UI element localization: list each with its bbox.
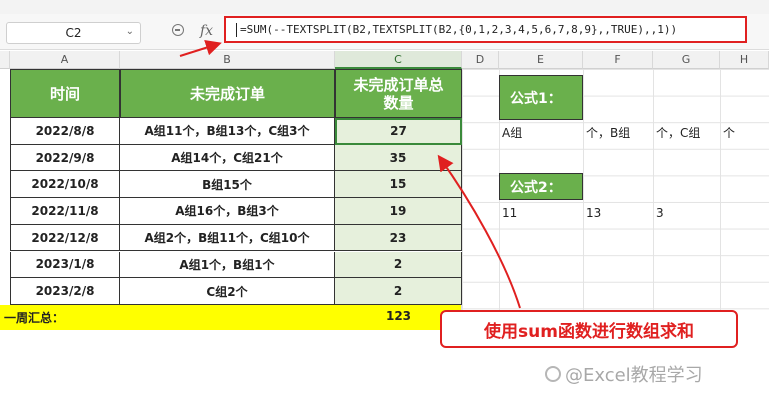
column-header-f[interactable]: F (583, 51, 653, 69)
name-box-value: C2 (65, 26, 82, 40)
cell-qty[interactable]: 19 (335, 198, 462, 225)
formula2-result-g[interactable]: 3 (654, 201, 720, 225)
formula-text: =SUM(--TEXTSPLIT(B2,TEXTSPLIT(B2,{0,1,2,… (240, 23, 678, 36)
toolbar-strip (0, 0, 769, 14)
cell-orders[interactable]: A组1个，B组1个 (120, 251, 335, 279)
cell-qty[interactable]: 23 (335, 224, 462, 252)
watermark: @Excel教程学习 (545, 362, 765, 386)
fx-icon[interactable]: fx (200, 23, 213, 39)
column-header-g[interactable]: G (653, 51, 720, 69)
formula1-label[interactable]: 公式1： (499, 75, 583, 120)
column-header-e[interactable]: E (499, 51, 583, 69)
cell-orders[interactable]: B组15个 (120, 171, 335, 199)
header-date[interactable]: 时间 (10, 69, 120, 118)
column-header-a[interactable]: A (10, 51, 120, 69)
annotation-callout: 使用sum函数进行数组求和 (440, 310, 738, 348)
grid-line (653, 69, 654, 330)
cell-date[interactable]: 2022/12/8 (10, 224, 120, 252)
cell-orders[interactable]: A组16个，B组3个 (120, 198, 335, 225)
cell-date[interactable]: 2022/11/8 (10, 198, 120, 225)
header-total-qty[interactable]: 未完成订单总数量 (335, 69, 462, 118)
watermark-text: @Excel教程学习 (565, 365, 703, 386)
formula2-result-e[interactable]: 11 (500, 201, 583, 225)
cell-date[interactable]: 2023/1/8 (10, 251, 120, 279)
formula1-result-h[interactable]: 个 (721, 120, 766, 144)
header-orders[interactable]: 未完成订单 (120, 69, 335, 118)
column-header-d[interactable]: D (462, 51, 499, 69)
cell-date[interactable]: 2022/10/8 (10, 171, 120, 199)
cell-orders[interactable]: A组14个，C组21个 (120, 144, 335, 172)
name-box[interactable]: C2 ⌄ (6, 22, 141, 44)
formula2-result-f[interactable]: 13 (584, 201, 653, 225)
cell-orders[interactable]: A组2个，B组11个，C组10个 (120, 224, 335, 252)
cell-orders[interactable]: A组11个，B组13个，C组3个 (120, 118, 335, 145)
watermark-icon (545, 366, 561, 382)
formula-input[interactable]: =SUM(--TEXTSPLIT(B2,TEXTSPLIT(B2,{0,1,2,… (224, 16, 747, 43)
selected-cell-c2[interactable]: 27 (335, 118, 462, 145)
cell-date[interactable]: 2022/8/8 (10, 118, 120, 145)
formula-tools: fx (150, 22, 230, 44)
column-header-h[interactable]: H (720, 51, 769, 69)
column-header-c[interactable]: C (335, 51, 462, 69)
cell-orders[interactable]: C组2个 (120, 278, 335, 305)
cell-qty[interactable]: 2 (335, 251, 462, 279)
total-label: 一周汇总： (4, 311, 65, 325)
grid-line (720, 69, 721, 330)
cell-date[interactable]: 2023/2/8 (10, 278, 120, 305)
formula2-label[interactable]: 公式2： (499, 173, 583, 200)
corner-header[interactable] (0, 51, 10, 69)
column-header-b[interactable]: B (120, 51, 335, 69)
cell-qty[interactable]: 35 (335, 144, 462, 172)
zoom-icon[interactable] (172, 24, 184, 36)
formula1-result-g[interactable]: 个，C组 (654, 120, 720, 144)
text-caret (236, 22, 237, 37)
formula1-result-f[interactable]: 个，B组 (584, 120, 653, 144)
chevron-down-icon[interactable]: ⌄ (126, 26, 134, 37)
cell-date[interactable]: 2022/9/8 (10, 144, 120, 172)
cell-qty[interactable]: 15 (335, 171, 462, 199)
cell-qty[interactable]: 2 (335, 278, 462, 305)
grid-line (583, 69, 584, 330)
formula1-result-e[interactable]: A组 (500, 120, 583, 144)
